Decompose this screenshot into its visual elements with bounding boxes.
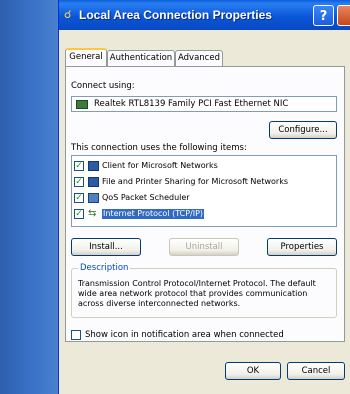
help-button[interactable]: ? bbox=[313, 5, 334, 26]
item-label: QoS Packet Scheduler bbox=[102, 193, 190, 202]
list-item-file-sharing[interactable]: ✓ File and Printer Sharing for Microsoft… bbox=[74, 177, 288, 189]
tab-authentication[interactable]: Authentication bbox=[107, 50, 175, 66]
items-list[interactable]: ✓ Client for Microsoft Networks ✓ File a… bbox=[71, 155, 337, 227]
item-label: Client for Microsoft Networks bbox=[102, 161, 218, 170]
network-client-icon bbox=[88, 161, 99, 171]
uninstall-button[interactable]: Uninstall bbox=[169, 238, 239, 256]
item-checkbox[interactable]: ✓ bbox=[74, 209, 84, 219]
item-checkbox[interactable]: ✓ bbox=[74, 193, 84, 203]
items-label: This connection uses the following items… bbox=[71, 143, 247, 153]
tab-advanced[interactable]: Advanced bbox=[175, 50, 223, 66]
window-title: Local Area Connection Properties bbox=[79, 8, 272, 22]
adapter-name: Realtek RTL8139 Family PCI Fast Ethernet… bbox=[94, 99, 289, 109]
description-group: Description Transmission Control Protoco… bbox=[71, 263, 337, 318]
properties-dialog: ☌ Local Area Connection Properties ? Gen… bbox=[58, 0, 350, 394]
description-text: Transmission Control Protocol/Internet P… bbox=[78, 279, 316, 308]
ok-button[interactable]: OK bbox=[225, 362, 281, 380]
item-checkbox[interactable]: ✓ bbox=[74, 161, 84, 171]
title-bar[interactable]: ☌ Local Area Connection Properties ? bbox=[59, 0, 350, 30]
install-button[interactable]: Install... bbox=[71, 238, 141, 256]
notification-label: Show icon in notification area when conn… bbox=[85, 330, 284, 340]
properties-button[interactable]: Properties bbox=[267, 238, 337, 256]
list-item-client[interactable]: ✓ Client for Microsoft Networks bbox=[74, 161, 274, 173]
close-button[interactable] bbox=[337, 5, 350, 26]
adapter-field: Realtek RTL8139 Family PCI Fast Ethernet… bbox=[71, 96, 337, 112]
protocol-icon: ⇆ bbox=[88, 208, 97, 219]
list-item-qos[interactable]: ✓ QoS Packet Scheduler bbox=[74, 193, 274, 205]
desktop-background bbox=[0, 0, 58, 394]
item-label: File and Printer Sharing for Microsoft N… bbox=[102, 177, 288, 186]
file-printer-sharing-icon bbox=[88, 177, 99, 187]
list-item-tcpip[interactable]: ✓ ⇆ Internet Protocol (TCP/IP) bbox=[74, 209, 274, 221]
connect-using-label: Connect using: bbox=[71, 81, 135, 91]
tab-general[interactable]: General bbox=[65, 48, 107, 67]
cancel-button[interactable]: Cancel bbox=[287, 362, 345, 380]
description-legend: Description bbox=[78, 263, 131, 273]
configure-button[interactable]: Configure... bbox=[269, 121, 337, 139]
notification-checkbox[interactable] bbox=[71, 330, 81, 340]
network-adapter-icon bbox=[76, 100, 88, 109]
item-checkbox[interactable]: ✓ bbox=[74, 177, 84, 187]
network-connection-icon: ☌ bbox=[64, 8, 72, 21]
qos-scheduler-icon bbox=[88, 193, 99, 203]
item-label: Internet Protocol (TCP/IP) bbox=[102, 209, 205, 219]
